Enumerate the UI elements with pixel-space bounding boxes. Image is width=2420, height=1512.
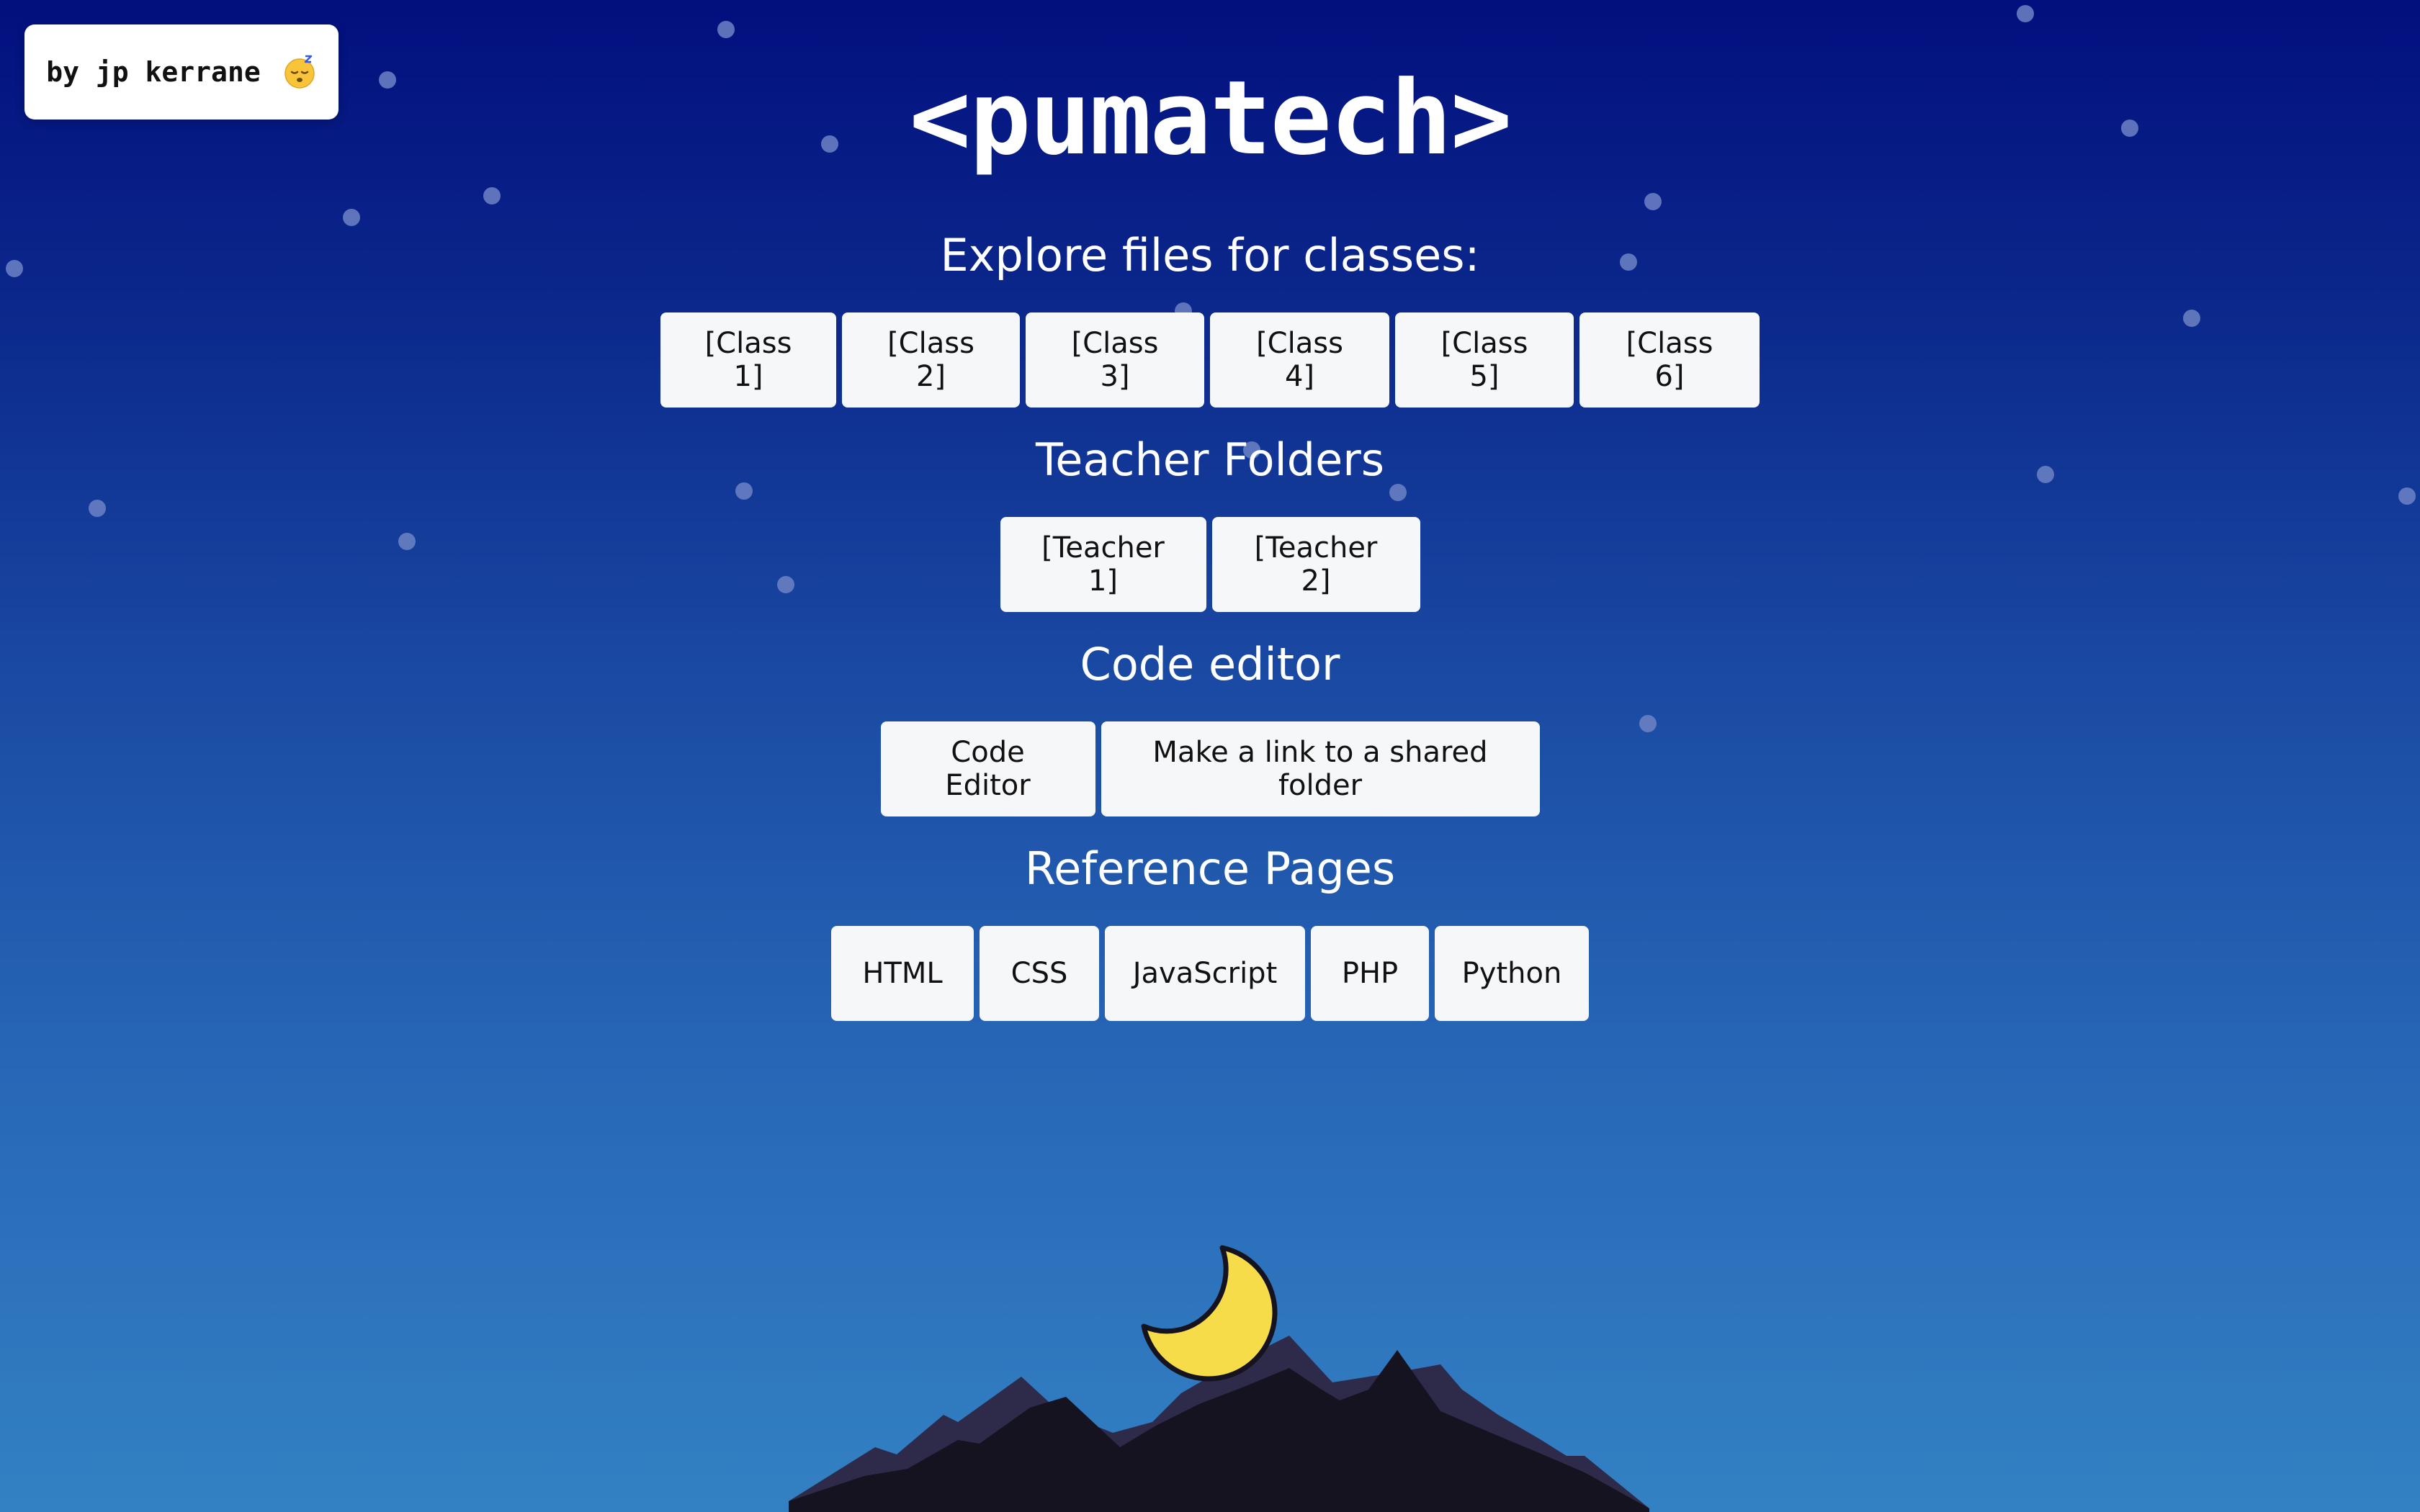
star bbox=[1644, 193, 1662, 210]
python-reference-button[interactable]: Python bbox=[1435, 926, 1589, 1021]
css-reference-button[interactable]: CSS bbox=[980, 926, 1099, 1021]
teachers-button-row: [Teacher 1] [Teacher 2] bbox=[0, 517, 2420, 612]
code-editor-button[interactable]: Code Editor bbox=[880, 721, 1095, 816]
class-5-button[interactable]: [Class 5] bbox=[1395, 312, 1574, 408]
html-reference-button[interactable]: HTML bbox=[831, 926, 974, 1021]
site-title: <pumatech> bbox=[909, 59, 1512, 178]
class-3-button[interactable]: [Class 3] bbox=[1026, 312, 1204, 408]
star bbox=[1389, 484, 1407, 501]
php-reference-button[interactable]: PHP bbox=[1311, 926, 1429, 1021]
star bbox=[89, 500, 106, 517]
editor-heading: Code editor bbox=[1080, 638, 1340, 690]
javascript-reference-button[interactable]: JavaScript bbox=[1105, 926, 1305, 1021]
reference-heading: Reference Pages bbox=[1024, 842, 1396, 895]
class-2-button[interactable]: [Class 2] bbox=[842, 312, 1020, 408]
class-4-button[interactable]: [Class 4] bbox=[1210, 312, 1389, 408]
star bbox=[2017, 5, 2034, 22]
classes-heading: Explore files for classes: bbox=[940, 229, 1480, 282]
classes-button-row: [Class 1] [Class 2] [Class 3] [Class 4] … bbox=[0, 312, 2420, 408]
editor-button-row: Code Editor Make a link to a shared fold… bbox=[0, 721, 2420, 816]
star bbox=[343, 209, 360, 226]
reference-button-row: HTML CSS JavaScript PHP Python bbox=[0, 926, 2420, 1021]
star bbox=[483, 187, 501, 204]
teachers-heading: Teacher Folders bbox=[1035, 433, 1385, 486]
star bbox=[717, 21, 735, 38]
star bbox=[2398, 487, 2416, 505]
class-6-button[interactable]: [Class 6] bbox=[1579, 312, 1760, 408]
shared-folder-link-button[interactable]: Make a link to a shared folder bbox=[1101, 721, 1540, 816]
class-1-button[interactable]: [Class 1] bbox=[660, 312, 836, 408]
crescent-moon-icon bbox=[1141, 1245, 1278, 1382]
teacher-1-button[interactable]: [Teacher 1] bbox=[1000, 517, 1206, 612]
night-scene bbox=[789, 1245, 1649, 1512]
teacher-2-button[interactable]: [Teacher 2] bbox=[1211, 517, 1420, 612]
